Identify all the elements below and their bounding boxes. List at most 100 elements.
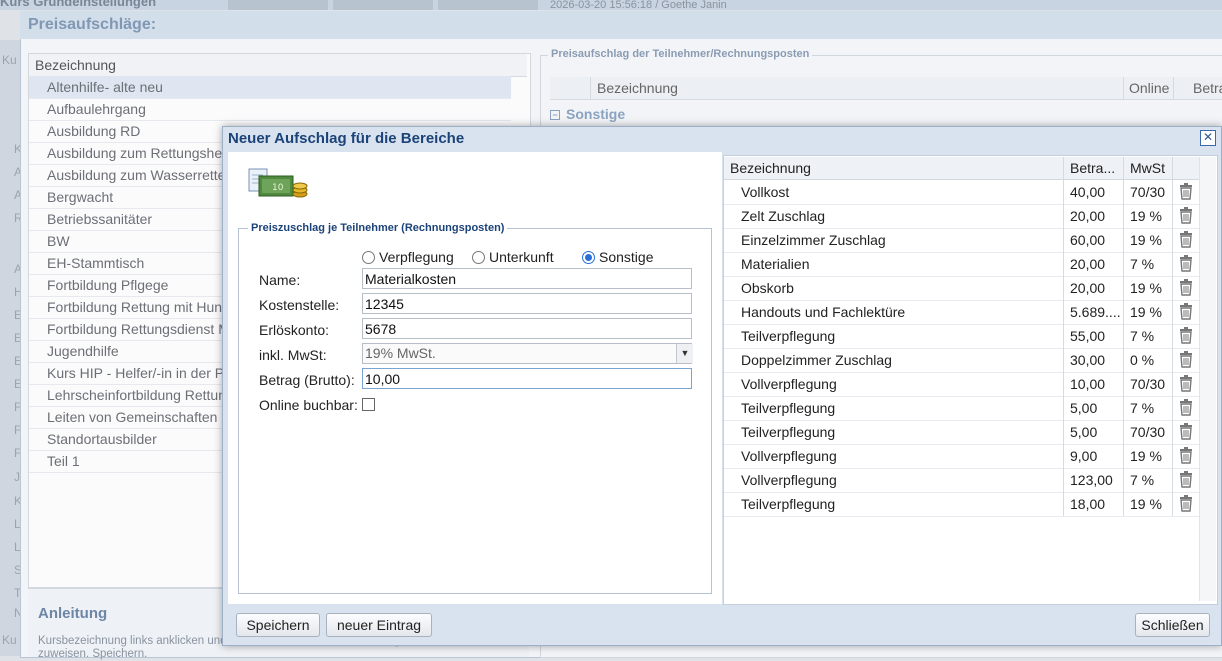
course-list-item-label: Teil 1: [47, 453, 80, 469]
row-bezeichnung: Vollverpflegung: [741, 376, 837, 392]
table-row[interactable]: Vollverpflegung 123,00 7 %: [724, 468, 1199, 493]
surcharge-table-header: Bezeichnung Online Betra: [550, 77, 1222, 100]
table-scrollbar[interactable]: [1199, 157, 1216, 601]
trash-icon[interactable]: [1178, 351, 1194, 371]
radio-verpflegung-label[interactable]: Verpflegung: [379, 249, 454, 265]
radio-verpflegung-circle[interactable]: [362, 251, 375, 264]
table-row[interactable]: Materialien 20,00 7 %: [724, 252, 1199, 277]
trash-icon[interactable]: [1178, 303, 1194, 323]
row-bezeichnung: Teilverpflegung: [741, 496, 836, 512]
row-bezeichnung: Zelt Zuschlag: [741, 208, 826, 224]
row-betrag: 18,00: [1070, 496, 1106, 512]
table-row[interactable]: Vollverpflegung 9,00 19 %: [724, 444, 1199, 469]
table-row[interactable]: Einzelzimmer Zuschlag 60,00 19 %: [724, 228, 1199, 253]
course-list-item-label: Kurs HIP - Helfer/-in in der P: [47, 365, 225, 381]
money-icon: 10: [248, 168, 308, 198]
trash-icon[interactable]: [1178, 231, 1194, 251]
course-list-header[interactable]: Bezeichnung: [29, 54, 527, 77]
radio-unterkunft-label[interactable]: Unterkunft: [489, 249, 554, 265]
table-row[interactable]: Vollverpflegung 10,00 70/30: [724, 372, 1199, 397]
close-button[interactable]: Schließen: [1135, 613, 1210, 637]
erloeskonto-input[interactable]: [362, 318, 692, 339]
table-row[interactable]: Teilverpflegung 55,00 7 %: [724, 324, 1199, 349]
trash-icon[interactable]: [1178, 327, 1194, 347]
kostenstelle-input[interactable]: [362, 293, 692, 314]
course-list-item-label: Fortbildung Rettungsdienst M: [47, 321, 230, 337]
row-betrag: 10,00: [1070, 376, 1106, 392]
table-row[interactable]: Vollkost 40,00 70/30: [724, 180, 1199, 205]
course-list-item-label: Leiten von Gemeinschaften: [47, 409, 218, 425]
background-window-title: Preisaufschläge:: [28, 16, 157, 33]
table-header: Bezeichnung Betra... MwSt: [724, 157, 1199, 180]
radio-unterkunft-circle[interactable]: [472, 251, 485, 264]
instructions-title: Anleitung: [38, 605, 108, 622]
row-betrag: 55,00: [1070, 328, 1106, 344]
course-list-item-label: Fortbildung Rettung mit Hund: [47, 299, 230, 315]
table-row[interactable]: Doppelzimmer Zuschlag 30,00 0 %: [724, 348, 1199, 373]
course-list-item-label: Ausbildung RD: [47, 123, 141, 139]
trash-icon[interactable]: [1178, 495, 1194, 515]
row-bezeichnung: Materialien: [741, 256, 810, 272]
new-entry-button[interactable]: neuer Eintrag: [326, 613, 432, 637]
dialog-title: Neuer Aufschlag für die Bereiche: [228, 130, 465, 147]
svg-text:10: 10: [272, 183, 284, 193]
save-button[interactable]: Speichern: [236, 613, 320, 637]
row-betrag: 40,00: [1070, 184, 1106, 200]
row-bezeichnung: Einzelzimmer Zuschlag: [741, 232, 886, 248]
background-top-bar: Kurs Grundeinstellungen 2026-03-20 15:56…: [0, 0, 1222, 10]
radio-sonstige-circle[interactable]: [582, 251, 595, 264]
course-list-item[interactable]: Altenhilfe- alte neu: [29, 76, 511, 99]
row-mwst: 7 %: [1130, 472, 1155, 488]
surcharge-col-bezeichnung[interactable]: Bezeichnung: [597, 80, 678, 96]
radio-sonstige-label[interactable]: Sonstige: [599, 249, 653, 265]
trash-icon[interactable]: [1178, 447, 1194, 467]
table-row[interactable]: Teilverpflegung 5,00 70/30: [724, 420, 1199, 445]
trash-icon[interactable]: [1178, 399, 1194, 419]
row-betrag: 5,00: [1070, 400, 1098, 416]
erloeskonto-label: Erlöskonto:: [259, 322, 330, 338]
surcharge-col-online[interactable]: Online: [1129, 80, 1169, 96]
trash-icon[interactable]: [1178, 423, 1194, 443]
row-bezeichnung: Vollverpflegung: [741, 448, 837, 464]
row-bezeichnung: Vollkost: [741, 184, 790, 200]
trash-icon[interactable]: [1178, 471, 1194, 491]
surcharge-col-betrag[interactable]: Betra: [1193, 80, 1222, 96]
form-fieldset-legend: Preiszuschlag je Teilnehmer (Rechnungspo…: [248, 222, 508, 234]
close-icon[interactable]: ✕: [1200, 130, 1216, 146]
toolbar-icon: [228, 0, 328, 10]
table-row[interactable]: Teilverpflegung 5,00 7 %: [724, 396, 1199, 421]
col-mwst[interactable]: MwSt: [1130, 160, 1165, 176]
betrag-input[interactable]: [362, 368, 692, 389]
name-input[interactable]: [362, 268, 692, 289]
course-list-item-label: Fortbildung Pflgege: [47, 277, 169, 293]
course-list-item-label: Lehrscheinfortbildung Rettung: [47, 387, 234, 403]
row-betrag: 123,00: [1070, 472, 1113, 488]
course-list-item-label: Bergwacht: [47, 189, 114, 205]
table-row[interactable]: Handouts und Fachlektüre 5.689.... 19 %: [724, 300, 1199, 325]
mwst-select[interactable]: 19% MwSt.: [362, 343, 692, 364]
table-row[interactable]: Teilverpflegung 18,00 19 %: [724, 492, 1199, 517]
table-row[interactable]: Zelt Zuschlag 20,00 19 %: [724, 204, 1199, 229]
course-list-item-label: Standortausbilder: [47, 431, 157, 447]
trash-icon[interactable]: [1178, 279, 1194, 299]
trash-icon[interactable]: [1178, 207, 1194, 227]
trash-icon[interactable]: [1178, 183, 1194, 203]
chevron-down-icon[interactable]: ▼: [676, 344, 693, 363]
row-bezeichnung: Teilverpflegung: [741, 400, 836, 416]
table-row[interactable]: Obskorb 20,00 19 %: [724, 276, 1199, 301]
col-bezeichnung[interactable]: Bezeichnung: [730, 160, 811, 176]
row-bezeichnung: Teilverpflegung: [741, 328, 836, 344]
online-checkbox[interactable]: [362, 398, 375, 411]
row-mwst: 70/30: [1130, 424, 1166, 440]
trash-icon[interactable]: [1178, 255, 1194, 275]
background-top-title: Kurs Grundeinstellungen: [0, 0, 157, 9]
toolbar-icon: [333, 0, 433, 10]
col-betrag[interactable]: Betra...: [1070, 160, 1115, 176]
surcharge-group-sonstige[interactable]: − Sonstige: [550, 106, 625, 122]
collapse-icon[interactable]: −: [550, 110, 560, 121]
row-mwst: 7 %: [1130, 328, 1155, 344]
row-mwst: 0 %: [1130, 352, 1155, 368]
row-mwst: 7 %: [1130, 400, 1155, 416]
trash-icon[interactable]: [1178, 375, 1194, 395]
course-list-item[interactable]: Aufbaulehrgang: [29, 98, 511, 121]
